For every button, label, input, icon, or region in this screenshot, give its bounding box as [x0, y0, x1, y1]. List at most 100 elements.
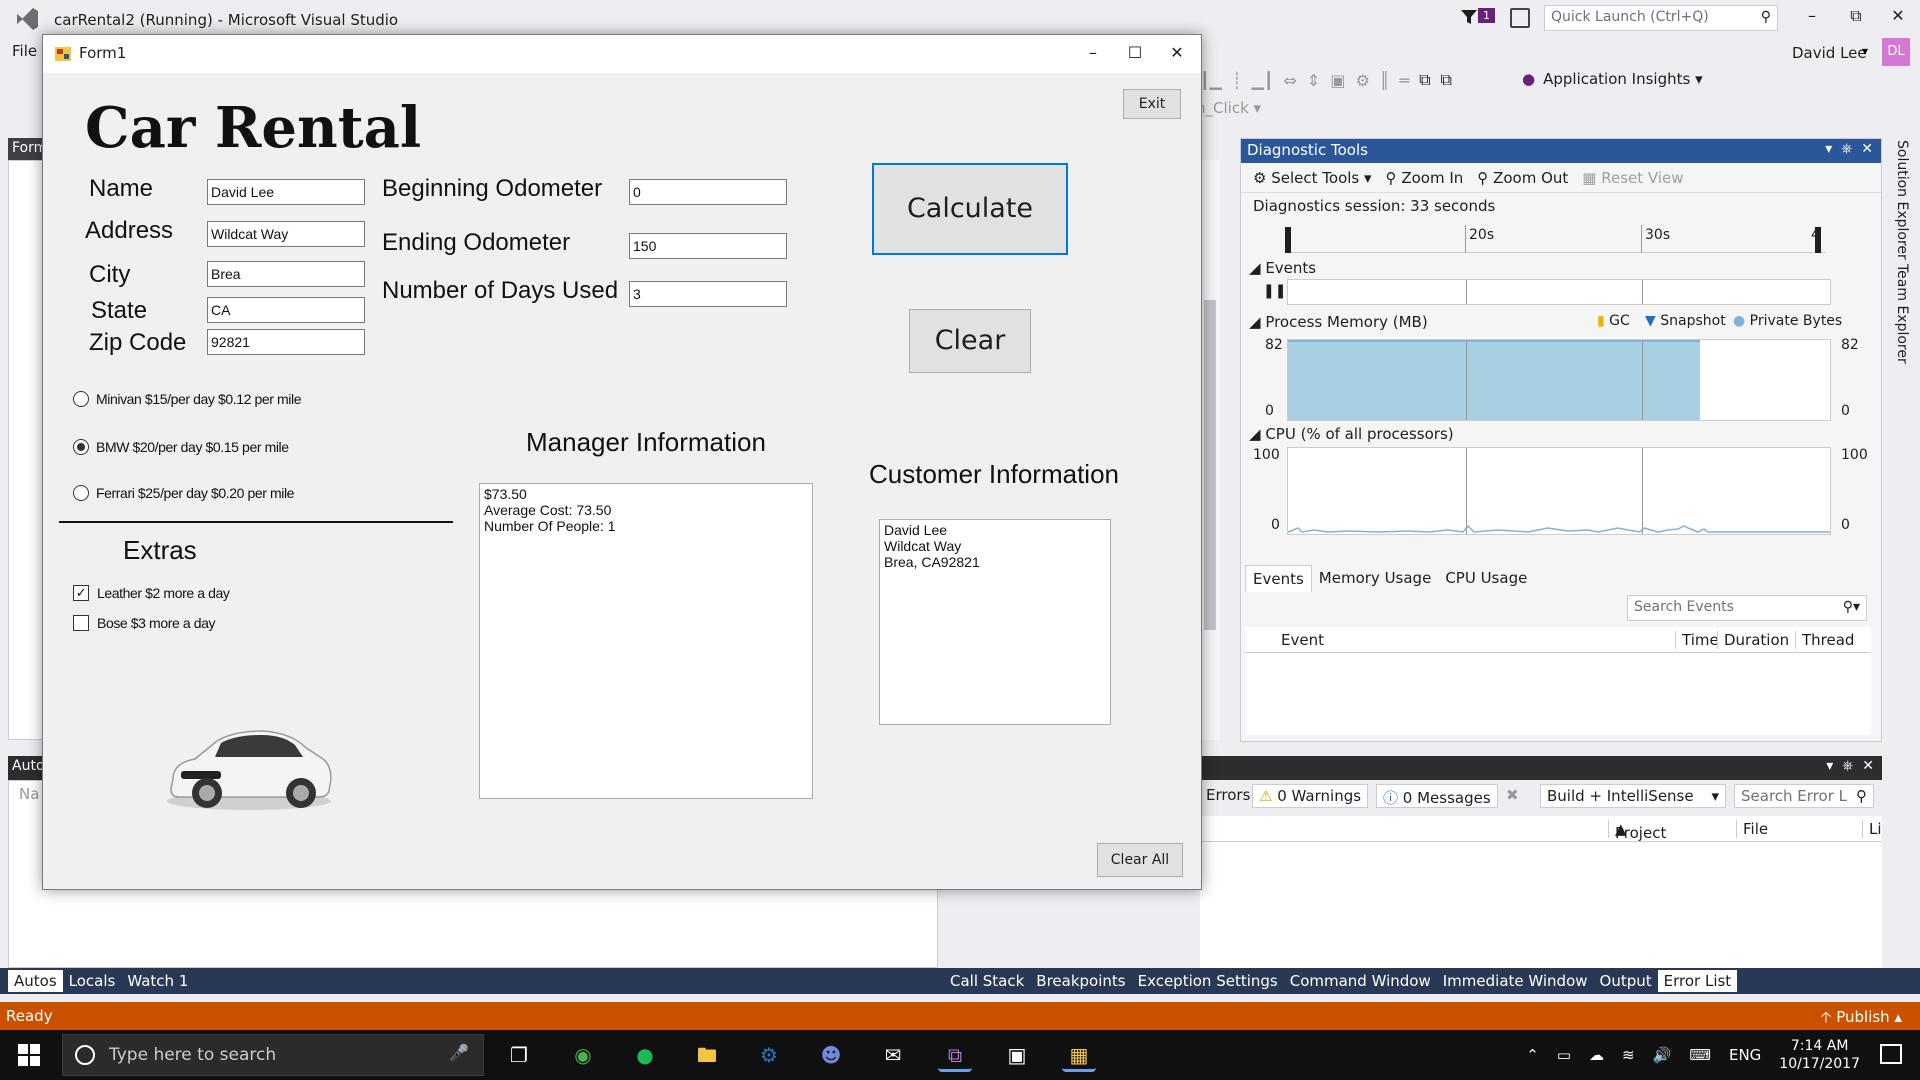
- cpu-chart[interactable]: [1287, 447, 1831, 535]
- tab-cpu-usage[interactable]: CPU Usage: [1438, 565, 1534, 592]
- build-scope-select[interactable]: Build + IntelliSense ▾: [1540, 784, 1726, 808]
- pause-icon[interactable]: ❚❚: [1263, 283, 1286, 299]
- tab-call-stack[interactable]: Call Stack: [944, 970, 1030, 992]
- vs-user-name[interactable]: David Lee: [1792, 44, 1867, 62]
- panel-header-buttons[interactable]: ▾ ⎈ ✕: [1825, 141, 1873, 157]
- cpu-section-label[interactable]: ◢ CPU (% of all processors): [1249, 425, 1454, 443]
- align-center-icon[interactable]: ┊: [1232, 71, 1242, 90]
- column-thread[interactable]: Thread: [1795, 631, 1854, 649]
- spotify-icon[interactable]: ●: [628, 1038, 662, 1072]
- tab-events[interactable]: Events: [1245, 565, 1312, 592]
- tab-autos[interactable]: Autos: [8, 970, 63, 992]
- checkbox[interactable]: [73, 615, 89, 631]
- tab-output[interactable]: Output: [1594, 970, 1658, 992]
- tab-command-window[interactable]: Command Window: [1284, 970, 1437, 992]
- days-used-field[interactable]: 3: [629, 281, 787, 307]
- search-events-input[interactable]: Search Events ⚲▾: [1627, 595, 1867, 621]
- checkbox-checked[interactable]: ✓: [73, 585, 89, 601]
- vehicle-option-ferrari[interactable]: Ferrari $25/per day $0.20 per mile: [73, 485, 294, 501]
- send-to-back-icon[interactable]: ⧉: [1441, 70, 1452, 90]
- tab-memory-usage[interactable]: Memory Usage: [1312, 565, 1439, 592]
- messages-filter-button[interactable]: ⓘ 0 Messages: [1376, 784, 1498, 808]
- align-left-icon[interactable]: ┃▁: [1200, 71, 1222, 90]
- tab-error-list[interactable]: Error List: [1657, 970, 1738, 992]
- column-time[interactable]: Time: [1675, 631, 1719, 649]
- tab-solution-explorer[interactable]: Solution Explorer: [1894, 140, 1910, 260]
- errors-filter-button[interactable]: Errors: [1200, 784, 1256, 808]
- city-field[interactable]: Brea: [207, 261, 365, 287]
- wifi-icon[interactable]: ≋: [1622, 1046, 1635, 1064]
- language-indicator[interactable]: ENG: [1729, 1046, 1761, 1064]
- tab-watch-1[interactable]: Watch 1: [121, 970, 194, 992]
- vs-close-button[interactable]: ✕: [1878, 6, 1918, 30]
- diagnostics-timeline[interactable]: 20s 30s 4: [1285, 225, 1825, 253]
- app-icon[interactable]: ▣: [1000, 1038, 1034, 1072]
- horizontal-center-icon[interactable]: ║: [1380, 71, 1390, 90]
- task-view-icon[interactable]: ❐: [502, 1038, 536, 1072]
- search-error-list-input[interactable]: Search Error L ⚲: [1734, 784, 1874, 808]
- keyboard-icon[interactable]: ⌨: [1689, 1046, 1711, 1064]
- clear-filter-icon[interactable]: ✖: [1506, 786, 1519, 804]
- file-explorer-icon[interactable]: 🖿: [690, 1038, 724, 1072]
- radio-button[interactable]: [73, 485, 89, 501]
- horizontal-spacing-icon[interactable]: ⇔: [1284, 71, 1297, 90]
- autos-name-column[interactable]: Na: [19, 785, 39, 803]
- reset-view-button[interactable]: ▦ Reset View: [1582, 169, 1683, 187]
- chevron-up-icon[interactable]: ⌃: [1526, 1046, 1539, 1064]
- size-icon[interactable]: ▣: [1330, 71, 1345, 90]
- chrome-icon[interactable]: ◉: [566, 1038, 600, 1072]
- timeline-end-handle[interactable]: [1815, 227, 1821, 253]
- column-event[interactable]: Event: [1281, 631, 1324, 649]
- exit-button[interactable]: Exit: [1123, 89, 1181, 119]
- column-project[interactable]: Project ▲: [1608, 820, 1666, 842]
- editor-scrollbar[interactable]: [1200, 160, 1220, 740]
- zoom-in-button[interactable]: ⚲ Zoom In: [1386, 169, 1464, 187]
- feedback-icon[interactable]: [1510, 8, 1530, 28]
- vehicle-option-bmw[interactable]: BMW $20/per day $0.15 per mile: [73, 439, 289, 455]
- action-center-icon[interactable]: [1880, 1044, 1902, 1064]
- beginning-odometer-field[interactable]: 0: [629, 179, 787, 205]
- form-close-button[interactable]: ✕: [1163, 43, 1191, 65]
- mail-icon[interactable]: ✉: [876, 1038, 910, 1072]
- zoom-out-button[interactable]: ⚲ Zoom Out: [1477, 169, 1568, 187]
- panel-header-buttons[interactable]: ▾ ⎈ ✕: [1826, 758, 1874, 774]
- column-line[interactable]: Li: [1862, 820, 1882, 838]
- timeline-start-handle[interactable]: [1285, 227, 1291, 253]
- scrollbar-thumb[interactable]: [1204, 300, 1216, 630]
- align-bottom-icon[interactable]: ▁┃: [1252, 71, 1274, 90]
- extra-option-leather[interactable]: ✓ Leather $2 more a day: [73, 585, 230, 601]
- error-list-body[interactable]: [1200, 842, 1882, 968]
- ending-odometer-field[interactable]: 150: [629, 233, 787, 259]
- menu-item-file[interactable]: File: [12, 42, 37, 60]
- form-maximize-button[interactable]: ☐: [1121, 43, 1149, 65]
- vehicle-option-minivan[interactable]: Minivan $15/per day $0.12 per mile: [73, 391, 301, 407]
- form1-app-icon[interactable]: ▦: [1062, 1038, 1096, 1072]
- avatar[interactable]: DL: [1882, 38, 1910, 66]
- column-duration[interactable]: Duration: [1717, 631, 1789, 649]
- visual-studio-icon[interactable]: ⧉: [938, 1038, 972, 1072]
- taskbar-search-input[interactable]: Type here to search 🎤: [62, 1034, 484, 1076]
- tab-team-explorer[interactable]: Team Explorer: [1894, 264, 1910, 364]
- tab-locals[interactable]: Locals: [63, 970, 122, 992]
- extra-option-bose[interactable]: Bose $3 more a day: [73, 615, 216, 631]
- process-memory-section-label[interactable]: ◢ Process Memory (MB): [1249, 313, 1428, 331]
- events-section-label[interactable]: ◢ Events: [1249, 259, 1316, 277]
- battery-icon[interactable]: ▭: [1557, 1046, 1571, 1064]
- select-tools-button[interactable]: ⚙ Select Tools ▾: [1253, 169, 1372, 187]
- search-icon[interactable]: ⚲▾: [1843, 599, 1860, 615]
- publish-button[interactable]: 🡡 Publish ▴: [1821, 1007, 1902, 1032]
- radio-button[interactable]: [73, 391, 89, 407]
- tab-exception-settings[interactable]: Exception Settings: [1132, 970, 1284, 992]
- application-insights-button[interactable]: ● Application Insights ▾: [1522, 70, 1703, 88]
- vertical-center-icon[interactable]: ═: [1399, 71, 1409, 90]
- volume-icon[interactable]: 🔊: [1653, 1046, 1672, 1064]
- vs-minimize-button[interactable]: –: [1792, 6, 1832, 30]
- bring-to-front-icon[interactable]: ⧉: [1419, 70, 1430, 90]
- column-file[interactable]: File: [1736, 820, 1768, 838]
- form-minimize-button[interactable]: –: [1079, 43, 1107, 65]
- onedrive-icon[interactable]: ☁: [1589, 1046, 1604, 1064]
- clear-all-button[interactable]: Clear All: [1097, 843, 1183, 877]
- calculate-button[interactable]: Calculate: [872, 163, 1068, 255]
- method-navigation-combo[interactable]: n_Click ▾: [1196, 99, 1276, 123]
- quick-launch-input[interactable]: Quick Launch (Ctrl+Q) ⚲: [1544, 5, 1778, 31]
